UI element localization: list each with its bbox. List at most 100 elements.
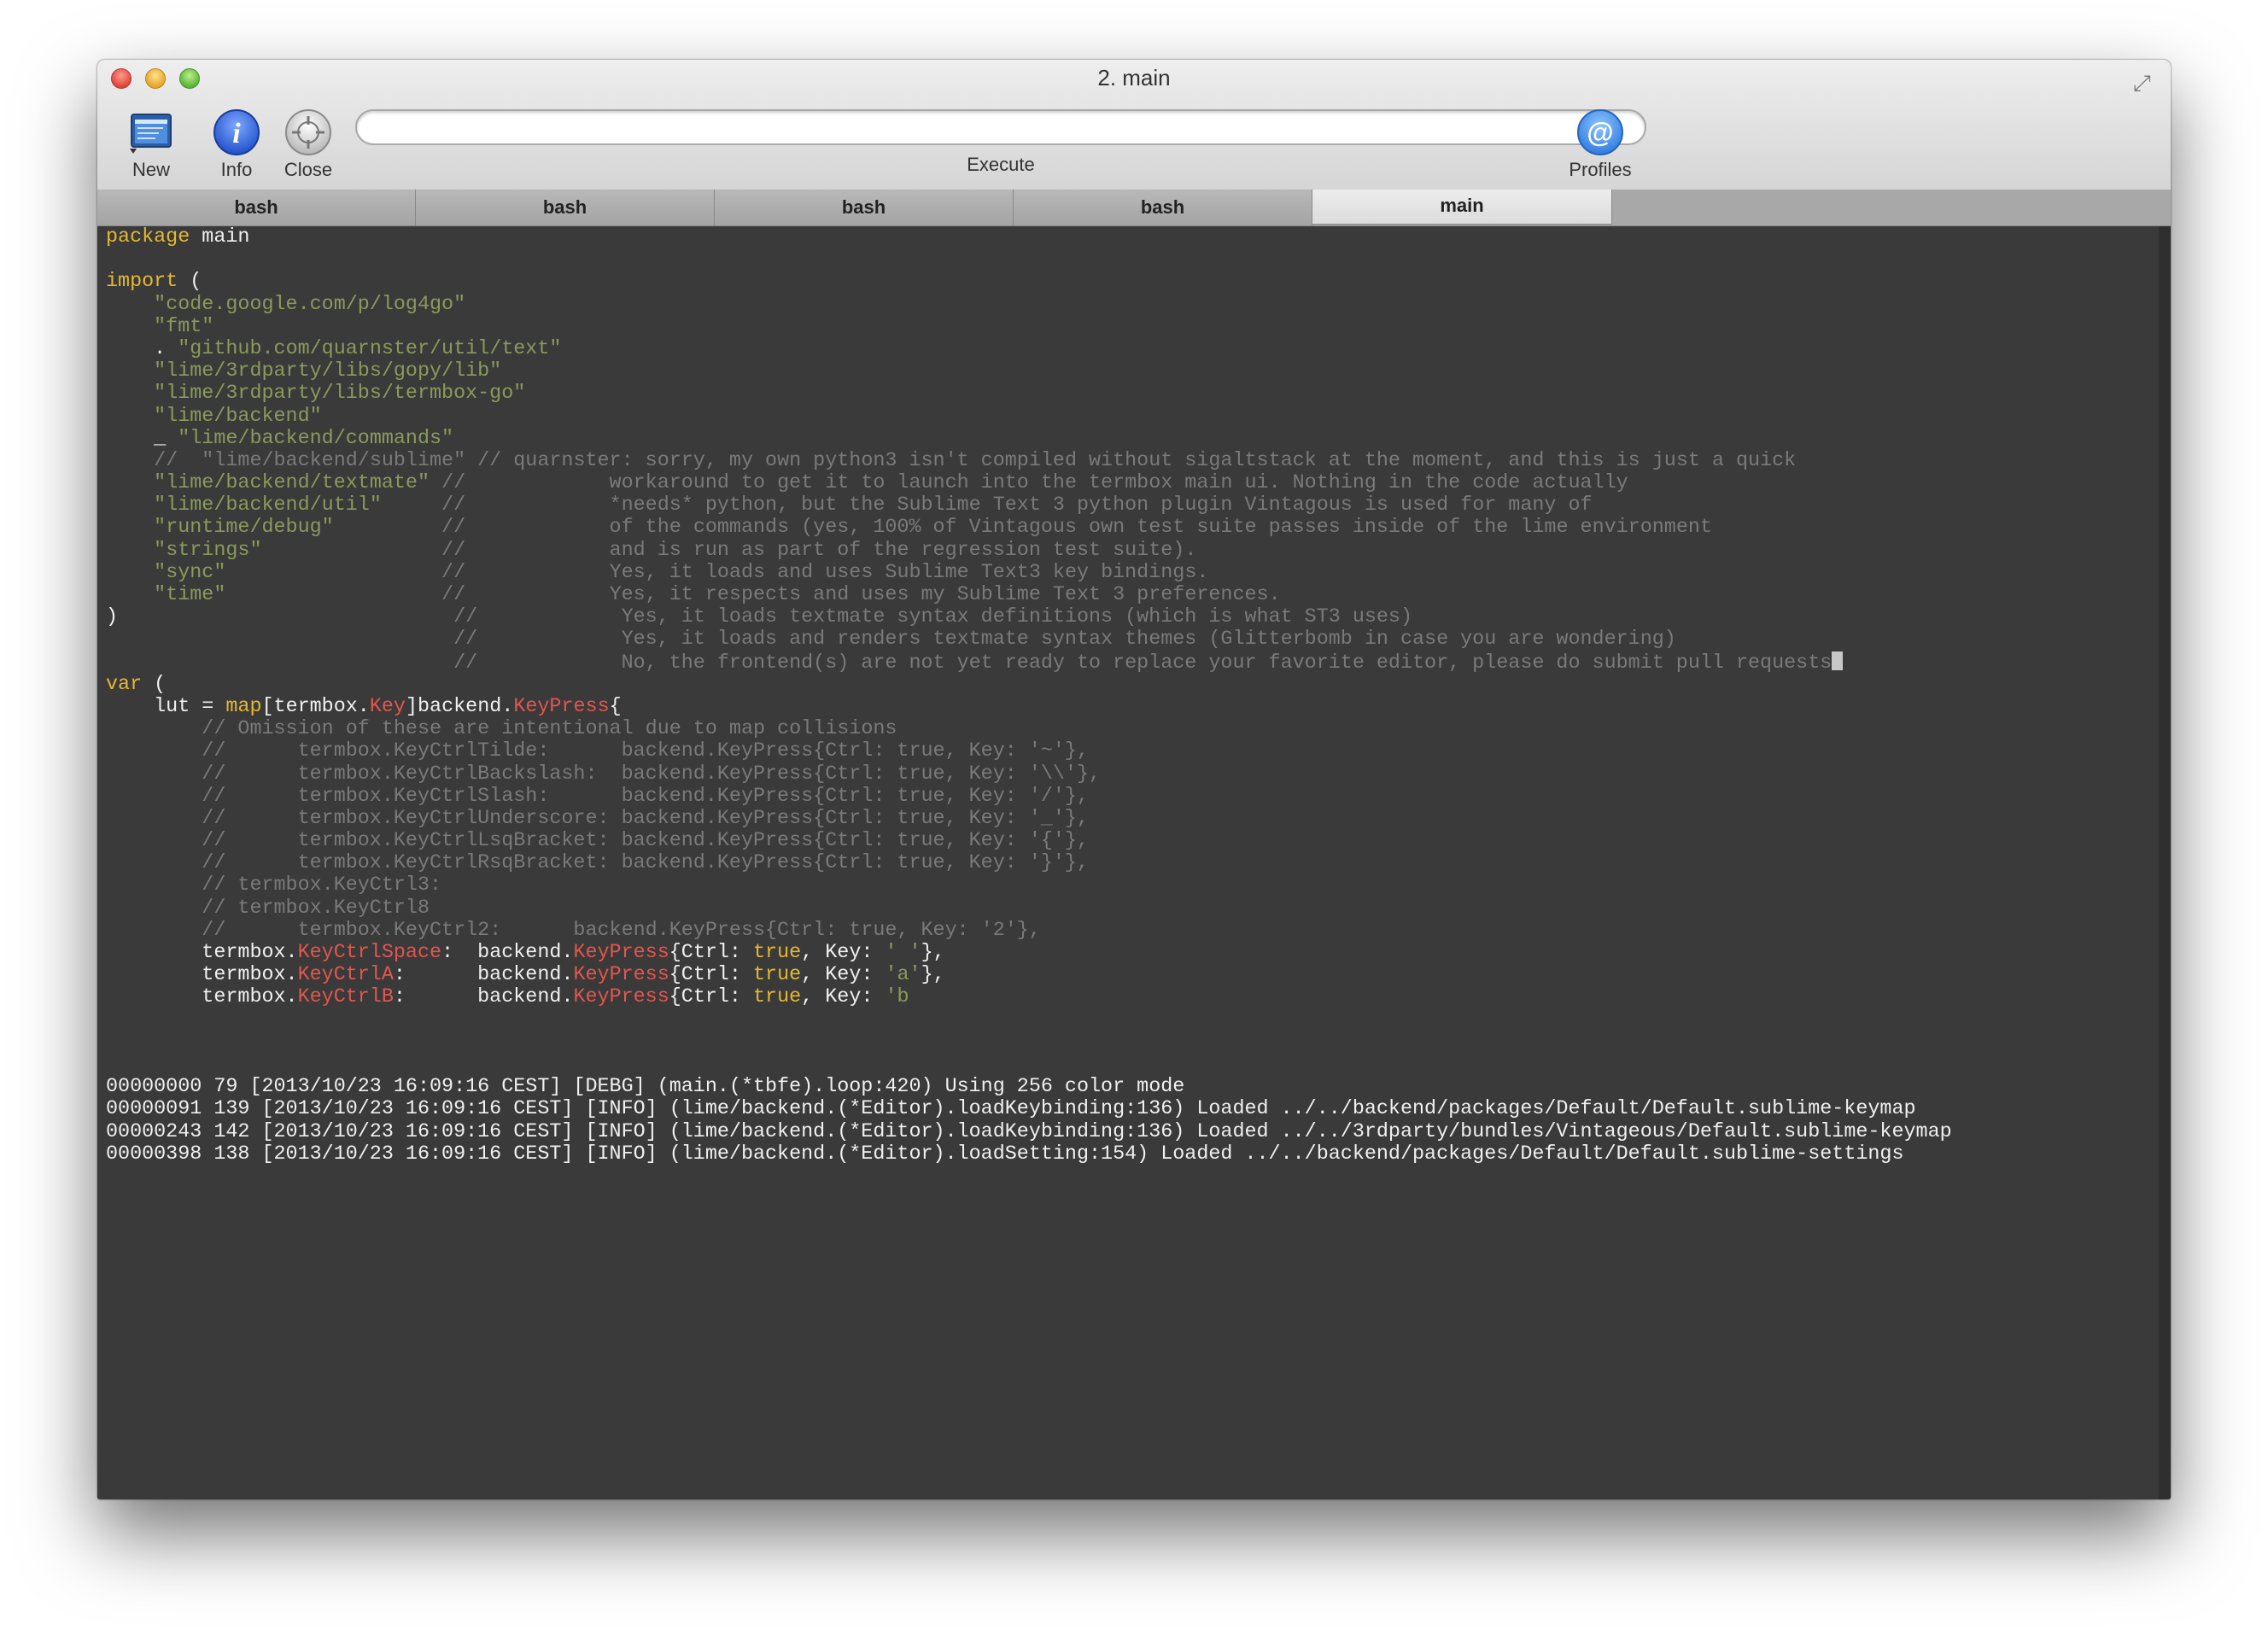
terminal-line: termbox.KeyCtrlSpace: backend.KeyPress{C…: [106, 942, 1952, 964]
execute-label: Execute: [967, 154, 1035, 175]
terminal-token: // termbox.KeyCtrl2: backend.KeyPress{Ct…: [202, 919, 1041, 942]
terminal-line: // termbox.KeyCtrl8: [106, 897, 1952, 920]
terminal-token: // termbox.KeyCtrlSlash: backend.KeyPres…: [202, 785, 1090, 808]
tab-label: bash: [841, 196, 886, 218]
terminal-token: // termbox.KeyCtrl8: [202, 897, 430, 920]
terminal-token: lut =: [106, 695, 226, 718]
terminal-token: // Yes, it loads textmate syntax definit…: [118, 606, 1413, 629]
terminal-token: // termbox.KeyCtrlLsqBracket: backend.Ke…: [202, 830, 1090, 853]
tab-bash-4[interactable]: bash: [1014, 190, 1312, 225]
terminal-token: "runtime/debug": [154, 517, 334, 540]
terminal-line: // termbox.KeyCtrlBackslash: backend.Key…: [106, 763, 1952, 786]
terminal-line: // termbox.KeyCtrlLsqBracket: backend.Ke…: [106, 830, 1952, 852]
profiles-button[interactable]: @ Profiles: [1552, 106, 1648, 181]
close-button[interactable]: Close: [272, 106, 345, 181]
tab-label: main: [1440, 195, 1484, 216]
info-button[interactable]: i Info: [200, 106, 273, 181]
terminal-token: KeyPress: [573, 986, 669, 1009]
execute-input[interactable]: [355, 109, 1646, 145]
terminal-token: , Key:: [801, 986, 886, 1009]
terminal-token: termbox.: [106, 986, 298, 1009]
terminal-line: "lime/backend": [106, 406, 1952, 428]
terminal-token: // Yes, it loads and uses Sublime Text3 …: [225, 561, 1209, 584]
terminal-line: "lime/backend/textmate" // workaround to…: [106, 472, 1952, 494]
terminal-token: true: [753, 964, 802, 987]
tab-bash-2[interactable]: bash: [416, 190, 715, 225]
terminal-token: KeyCtrlB: [297, 986, 394, 1009]
terminal-token: "code.google.com/p/log4go": [154, 293, 466, 316]
terminal-line: ) // Yes, it loads textmate syntax defin…: [106, 606, 1952, 628]
terminal-line: termbox.KeyCtrlA: backend.KeyPress{Ctrl:…: [106, 964, 1952, 986]
profiles-button-label: Profiles: [1569, 159, 1632, 180]
terminal-token: // termbox.KeyCtrlTilde: backend.KeyPres…: [202, 740, 1090, 763]
terminal-token: },: [921, 964, 945, 987]
terminal-token: ' ': [885, 942, 921, 964]
terminal-token: "lime/backend/util": [154, 494, 382, 517]
text-cursor: [1832, 651, 1844, 670]
terminal-line: var (: [106, 674, 1952, 696]
terminal-token: // Omission of these are intentional due…: [202, 718, 897, 741]
terminal-token: , Key:: [801, 942, 886, 964]
terminal-token: 00000398 138 [2013/10/23 16:09:16 CEST] …: [106, 1142, 1904, 1166]
terminal-token: KeyPress: [573, 964, 669, 987]
terminal-token: {Ctrl:: [669, 942, 754, 964]
terminal-token: : backend.: [441, 942, 574, 964]
tab-bash-3[interactable]: bash: [715, 190, 1014, 225]
terminal-token: [termbox.: [261, 695, 370, 718]
terminal-token: "lime/backend/commands": [178, 427, 454, 450]
close-session-icon: [282, 106, 335, 159]
terminal-token: KeyCtrlA: [297, 964, 394, 987]
terminal-token: // No, the frontend(s) are not yet ready…: [106, 651, 1833, 675]
terminal-token: true: [753, 942, 802, 964]
new-button[interactable]: New: [114, 106, 188, 181]
terminal-token: main: [190, 226, 250, 248]
terminal-line: "time" // Yes, it respects and uses my S…: [106, 584, 1952, 606]
terminal-token: ): [106, 606, 119, 629]
terminal-line: // termbox.KeyCtrlUnderscore: backend.Ke…: [106, 808, 1952, 830]
tab-bash-1[interactable]: bash: [97, 190, 416, 225]
terminal-token: // Yes, it respects and uses my Sublime …: [225, 584, 1281, 606]
title-bar: 2. main ⤢ New i Info Close Execute @ Pro…: [97, 60, 2171, 190]
fullscreen-icon[interactable]: ⤢: [2133, 70, 2159, 96]
terminal-line: // termbox.KeyCtrl3:: [106, 874, 1952, 897]
terminal-token: import: [106, 271, 178, 294]
terminal-token: // of the commands (yes, 100% of Vintago…: [333, 517, 1712, 540]
terminal-output[interactable]: package main import ( "code.google.com/p/…: [97, 226, 2171, 1499]
terminal-line: package main: [106, 226, 1952, 248]
terminal-token: {: [609, 695, 622, 718]
terminal-line: "fmt": [106, 316, 1952, 338]
terminal-line: 00000091 139 [2013/10/23 16:09:16 CEST] …: [106, 1098, 1952, 1120]
terminal-token: // termbox.KeyCtrl3:: [202, 874, 442, 897]
tab-main[interactable]: main: [1312, 190, 1612, 225]
svg-text:i: i: [232, 118, 241, 149]
terminal-token: "fmt": [154, 315, 214, 338]
terminal-token: },: [921, 942, 945, 964]
tab-label: bash: [1140, 196, 1185, 218]
tab-label: bash: [234, 196, 278, 218]
terminal-line: import (: [106, 271, 1952, 293]
terminal-token: KeyCtrlSpace: [297, 942, 442, 964]
terminal-scrollbar[interactable]: [2159, 226, 2171, 1499]
terminal-token: _: [106, 427, 178, 450]
terminal-token: // *needs* python, but the Sublime Text …: [381, 494, 1593, 517]
terminal-token: "strings": [154, 539, 262, 562]
terminal-token: // and is run as part of the regression …: [261, 539, 1197, 562]
terminal-line: // termbox.KeyCtrlTilde: backend.KeyPres…: [106, 740, 1952, 762]
terminal-token: , Key:: [801, 964, 886, 987]
terminal-token: "sync": [154, 561, 226, 584]
new-window-icon: [125, 106, 178, 159]
